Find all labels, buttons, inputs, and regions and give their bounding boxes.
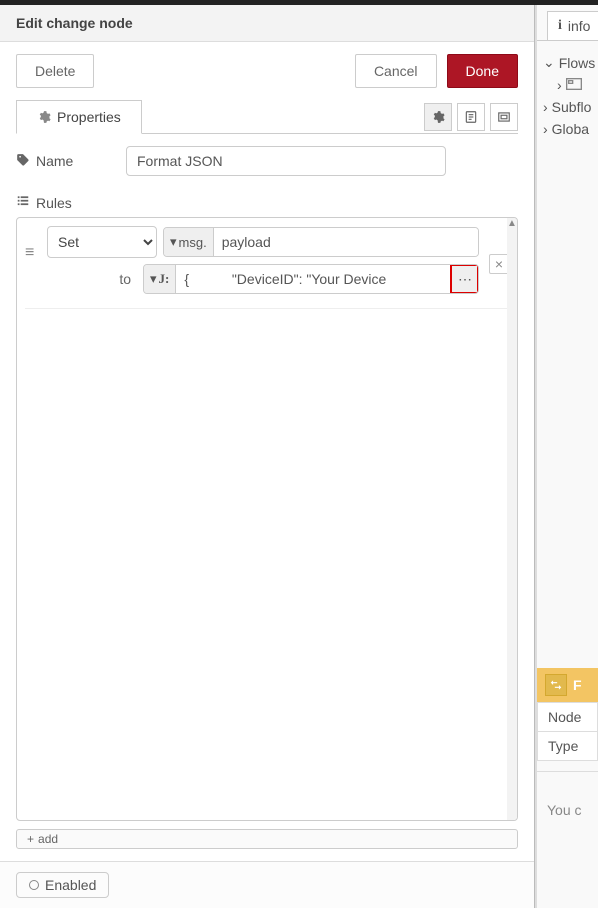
- tree-item-global[interactable]: › Globa: [543, 118, 592, 140]
- tab-info[interactable]: i info: [547, 11, 598, 40]
- delete-button[interactable]: Delete: [16, 54, 94, 88]
- change-node-icon: [545, 674, 567, 696]
- tree-item-flows[interactable]: ⌄ Flows: [543, 51, 592, 74]
- rule-value-input[interactable]: ▾ J: ⋯: [143, 264, 479, 294]
- to-label: to: [47, 271, 137, 287]
- scroll-up-icon: ▲: [507, 218, 517, 229]
- enabled-toggle[interactable]: Enabled: [16, 872, 109, 898]
- json-type-icon: J:: [159, 271, 170, 287]
- cancel-button[interactable]: Cancel: [355, 54, 437, 88]
- done-button[interactable]: Done: [447, 54, 518, 88]
- node-appearance-icon-button[interactable]: [490, 103, 518, 131]
- expand-editor-button[interactable]: ⋯: [451, 265, 478, 293]
- edit-panel: Edit change node Delete Cancel Done Prop…: [0, 5, 535, 908]
- rule-action-select[interactable]: Set: [47, 226, 157, 258]
- tree-item-flow[interactable]: ›: [543, 74, 592, 96]
- add-rule-label: add: [38, 832, 58, 846]
- name-label: Name: [36, 153, 73, 169]
- close-icon: ×: [495, 256, 503, 272]
- tag-icon: [16, 153, 30, 170]
- name-input[interactable]: [126, 146, 446, 176]
- tab-properties-label: Properties: [57, 109, 121, 125]
- circle-icon: [29, 880, 39, 890]
- drag-handle-icon[interactable]: ≡: [25, 226, 41, 262]
- outline-tree: ⌄ Flows › › Subflo › Globa: [537, 40, 598, 150]
- selected-node-header: F: [537, 668, 598, 702]
- property-name-input[interactable]: [214, 228, 478, 256]
- value-json-input[interactable]: [176, 265, 451, 293]
- rule-property-input[interactable]: ▾ msg.: [163, 227, 479, 257]
- gear-icon: [37, 110, 51, 124]
- plus-icon: +: [27, 832, 34, 846]
- enabled-label: Enabled: [45, 877, 96, 893]
- selected-node-name: F: [573, 677, 582, 693]
- value-type-button[interactable]: ▾ J:: [144, 265, 176, 293]
- info-hint: You c: [537, 771, 598, 848]
- chevron-right-icon: ›: [543, 121, 548, 137]
- caret-down-icon: ▾: [150, 271, 157, 287]
- info-icon: i: [558, 18, 562, 34]
- info-sidebar: i info ⌄ Flows › › Subflo › Globa: [535, 5, 598, 908]
- add-rule-button[interactable]: + add: [16, 829, 518, 849]
- dialog-title: Edit change node: [0, 5, 534, 42]
- remove-rule-button[interactable]: ×: [489, 254, 509, 274]
- flow-tab-icon: [566, 77, 582, 93]
- info-row-node: Node: [537, 702, 598, 732]
- node-description-icon-button[interactable]: [457, 103, 485, 131]
- chevron-right-icon: ›: [543, 99, 548, 115]
- property-type-button[interactable]: ▾ msg.: [164, 228, 214, 256]
- tree-item-subflows[interactable]: › Subflo: [543, 96, 592, 118]
- msg-prefix-label: msg.: [179, 235, 207, 250]
- tab-properties[interactable]: Properties: [16, 100, 142, 134]
- chevron-down-icon: ⌄: [543, 54, 555, 71]
- tab-info-label: info: [568, 18, 591, 34]
- info-row-type: Type: [537, 732, 598, 761]
- node-settings-icon-button[interactable]: [424, 103, 452, 131]
- rule-item: ≡ Set ▾ msg.: [25, 226, 509, 300]
- ellipsis-icon: ⋯: [458, 271, 472, 288]
- chevron-right-icon: ›: [557, 77, 562, 93]
- rules-list: ≡ Set ▾ msg.: [16, 217, 518, 821]
- list-icon: [16, 194, 30, 211]
- caret-down-icon: ▾: [170, 234, 177, 250]
- rules-label: Rules: [36, 195, 72, 211]
